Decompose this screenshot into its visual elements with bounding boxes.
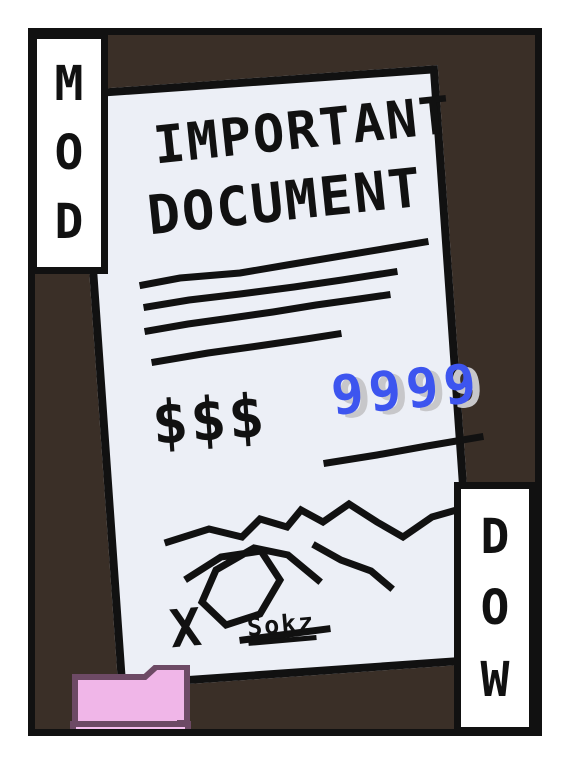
top-label-letter-3: D	[54, 194, 84, 250]
bottom-side-label: D O W	[454, 482, 536, 734]
bottom-label-letter-1: D	[480, 508, 510, 565]
currency-symbols: $$$	[149, 381, 269, 459]
document-value: 9999	[328, 351, 484, 428]
signature-name: Sokz	[245, 607, 317, 642]
signature-mark: X	[167, 597, 206, 661]
top-label-letter-1: M	[54, 56, 84, 112]
top-side-label: M O D	[30, 32, 108, 274]
bottom-label-letter-2: O	[480, 580, 510, 636]
bottom-label-letter-3: W	[480, 651, 510, 708]
top-label-letter-2: O	[54, 125, 84, 181]
